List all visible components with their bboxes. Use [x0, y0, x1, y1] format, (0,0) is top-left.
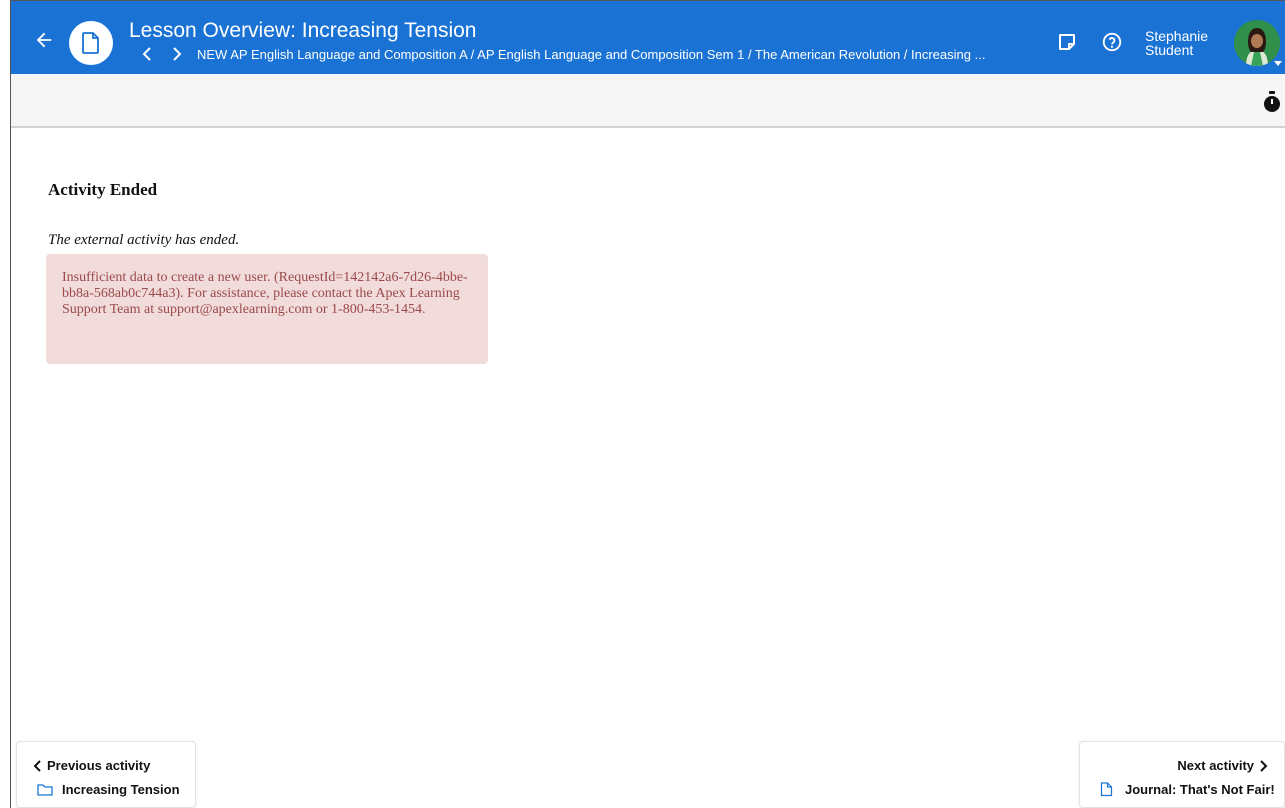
breadcrumb[interactable]: NEW AP English Language and Composition … — [197, 47, 1047, 62]
chevron-left-icon — [33, 760, 41, 772]
previous-activity-button[interactable]: Previous activity Increasing Tension — [16, 741, 196, 808]
help-icon[interactable] — [1101, 31, 1123, 53]
activity-title: Activity Ended — [48, 180, 158, 199]
user-menu[interactable]: Stephanie Student — [1145, 29, 1208, 57]
stopwatch-icon[interactable] — [1261, 90, 1283, 114]
folder-icon — [37, 784, 53, 796]
back-arrow-icon[interactable] — [33, 29, 55, 51]
previous-activity-label: Previous activity — [47, 758, 151, 773]
next-activity-name: Journal: That's Not Fair! — [1125, 782, 1275, 797]
next-activity-label: Next activity — [1177, 758, 1254, 773]
user-first-name: Stephanie — [1145, 28, 1209, 44]
caret-down-icon[interactable] — [1273, 60, 1283, 68]
page-title: Lesson Overview: Increasing Tension — [129, 19, 477, 42]
next-activity-button[interactable]: Next activity Journal: That's Not Fair! — [1079, 741, 1285, 808]
activity-toolbar — [11, 74, 1285, 128]
activity-subtitle: The external activity has ended. — [48, 232, 240, 248]
document-icon — [82, 32, 99, 54]
error-alert: Insufficient data to create a new user. … — [46, 254, 488, 364]
notes-icon[interactable] — [1057, 32, 1077, 52]
top-app-bar: Lesson Overview: Increasing Tension NEW … — [11, 1, 1285, 74]
chevron-right-icon[interactable] — [166, 45, 186, 63]
document-icon — [1100, 782, 1113, 797]
window-edge — [0, 0, 10, 808]
lesson-type-badge — [69, 21, 113, 65]
chevron-right-icon — [1260, 760, 1268, 772]
chevron-left-icon[interactable] — [138, 45, 158, 63]
user-last-name: Student — [1145, 42, 1194, 58]
previous-activity-name: Increasing Tension — [62, 782, 180, 797]
